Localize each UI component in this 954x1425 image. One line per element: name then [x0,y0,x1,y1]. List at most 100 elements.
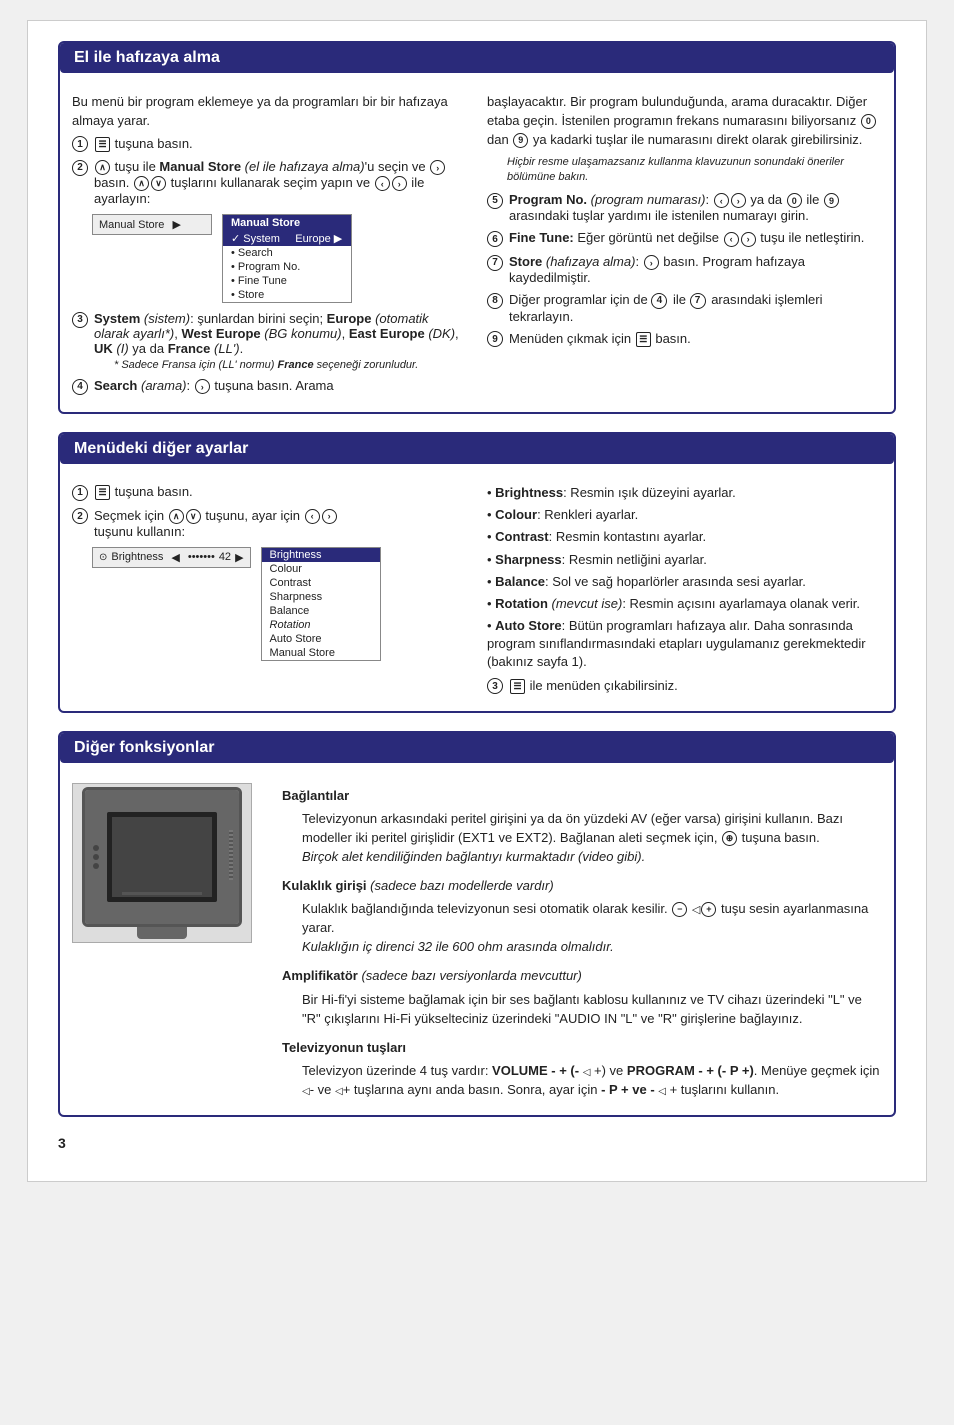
baglantilar-text: Televizyonun arkasındaki peritel girişin… [302,810,882,867]
section1-right: başlayacaktır. Bir program bulunduğunda,… [487,93,882,402]
menu-icon: ☰ [95,137,110,152]
tv-body [82,787,242,927]
step-num-3: 3 [72,312,88,328]
tv-ctrl-1 [93,845,99,851]
step8: 8 Diğer programlar için de 4 ile 7 arası… [487,292,882,324]
step-num-2: 2 [72,160,88,176]
amplifikator-title: Amplifikatör (sadece bazı versiyonlarda … [282,967,882,986]
fonk-content: Bağlantılar Televizyonun arkasındaki per… [282,787,882,1105]
down3-icon: ∨ [186,509,201,524]
s2-num-3: 3 [487,678,503,694]
section1-intro: Bu menü bir program eklemeye ya da progr… [72,93,467,131]
baglantilar-title: Bağlantılar [282,787,882,806]
menu-item-finetune: • Fine Tune [223,274,351,288]
ext-icon: ⊕ [722,831,737,846]
step-num-4: 4 [72,379,88,395]
tv-screen-inner [112,817,212,897]
step-num-8: 8 [487,293,503,309]
step-num-9: 9 [487,331,503,347]
left3-icon: ‹ [724,232,739,247]
menu-left: Manual Store ▶ [92,214,212,235]
menu-item-store: • Store [223,288,351,302]
zero-icon: 0 [861,114,876,129]
baglantilar-block: Bağlantılar Televizyonun arkasındaki per… [282,787,882,866]
manual-store-menu: Manual Store ▶ Manual Store ✓ System Eur… [92,214,467,303]
bm-rotation: Rotation [262,618,380,632]
amplifikator-text: Bir Hi-fi'yi sisteme bağlamak için bir s… [302,991,882,1029]
list-item-balance: • Balance: Sol ve sağ hoparlörler arasın… [487,573,882,591]
left2-icon: ‹ [714,193,729,208]
list-item-autostore: • Auto Store: Bütün programları hafızaya… [487,617,882,672]
s2-step3: 3 ☰ ile menüden çıkabilirsiniz. [487,678,882,695]
up2-icon: ∧ [134,176,149,191]
list-item-colour: • Colour: Renkleri ayarlar. [487,506,882,524]
step5: 5 Program No. (program numarası): ‹› ya … [487,192,882,223]
kulaklik-italic: (sadece bazı modellerde vardır) [370,878,554,893]
brightness-left: ⊙ Brightness ◀ ••••••• 42 ▶ [92,547,251,568]
kulaklik-footnote: Kulaklığın iç direnci 32 ile 600 ohm ara… [302,939,614,954]
list-item-rotation: • Rotation (mevcut ise): Resmin açısını … [487,595,882,613]
left-icon: ‹ [375,176,390,191]
right6-icon: › [644,255,659,270]
prog-tri-minus: ◁ [302,1086,310,1097]
menu-item-system: ✓ System Europe ▶ [223,231,351,246]
s2-step1: 1 ☰ tuşuna basın. [72,484,467,501]
nine-icon: 9 [513,133,528,148]
kulaklik-text: Kulaklık bağlandığında televizyonun sesi… [302,900,882,957]
right2-icon: › [392,176,407,191]
section2-left: 1 ☰ tuşuna basın. 2 Seçmek için ∧∨ tuşun… [72,484,467,701]
step6: 6 Fine Tune: Eğer görüntü net değilse ‹›… [487,230,882,247]
menu2-icon: ☰ [636,332,651,347]
section-hafiza: El ile hafızaya alma Bu menü bir program… [58,41,896,414]
list-item-contrast: • Contrast: Resmin kontastını ayarlar. [487,528,882,546]
brightness-label: Brightness [111,551,163,563]
section1-right-para1: başlayacaktır. Bir program bulunduğunda,… [487,93,882,150]
step-num-7: 7 [487,255,503,271]
bm-manualstore: Manual Store [262,646,380,660]
manual-store-label: Manual Store [99,219,164,231]
nine2-icon: 9 [824,193,839,208]
menu-right: Manual Store ✓ System Europe ▶ • Search … [222,214,352,303]
up3-icon: ∧ [169,509,184,524]
amplifikator-block: Amplifikatör (sadece bazı versiyonlarda … [282,967,882,1029]
vol-tri: ◁ [583,1067,591,1078]
bm-balance: Balance [262,604,380,618]
step4: 4 Search (arama): › tuşuna basın. Arama [72,378,467,395]
step-num-5: 5 [487,193,503,209]
bm-brightness: Brightness [262,548,380,562]
brightness-dots: ••••••• [188,551,215,563]
section1-left: Bu menü bir program eklemeye ya da progr… [72,93,467,402]
bm-contrast: Contrast [262,576,380,590]
brightness-menu: ⊙ Brightness ◀ ••••••• 42 ▶ Brightness C… [92,547,467,661]
tv-image [72,783,252,943]
amplifikator-italic: (sadece bazı versiyonlarda mevcuttur) [361,968,581,983]
section-menu-title: Menüdeki diğer ayarlar [60,434,894,464]
vol-tri2: ◁ [658,1086,666,1097]
tv-screen [107,812,217,902]
section-menu-ayarlar: Menüdeki diğer ayarlar 1 ☰ tuşuna basın.… [58,432,896,713]
amplifikator-subtitle: Amplifikatör [282,968,358,983]
step3: 3 System (sistem): şunlardan birini seçi… [72,311,467,371]
ref4-icon: 4 [651,293,667,309]
left4-icon: ‹ [305,509,320,524]
minus-icon: − [672,902,687,917]
bm-sharpness: Sharpness [262,590,380,604]
tv-illustration-area [72,783,252,943]
s2-num-2: 2 [72,508,88,524]
section-fonk-title: Diğer fonksiyonlar [60,733,894,763]
right4-icon: › [731,193,746,208]
step3-footnote: * Sadece Fransa için (LL' normu) France … [114,359,418,371]
step-num-1: 1 [72,136,88,152]
tv-speaker [229,830,233,880]
step9: 9 Menüden çıkmak için ☰ basın. [487,331,882,348]
section-hafiza-title: El ile hafızaya alma [60,43,894,73]
menu-item-programno: • Program No. [223,260,351,274]
tv-side-controls [93,845,99,869]
plus-icon: + [701,902,716,917]
step-num-6: 6 [487,231,503,247]
tv-ctrl-2 [93,854,99,860]
section-fonksiyon: Diğer fonksiyonlar [58,731,896,1117]
vol-sym: ◁ [692,904,700,916]
tus-block: Televizyonun tuşları Televizyon üzerinde… [282,1039,882,1101]
up-arrow-icon: ∧ [95,160,110,175]
